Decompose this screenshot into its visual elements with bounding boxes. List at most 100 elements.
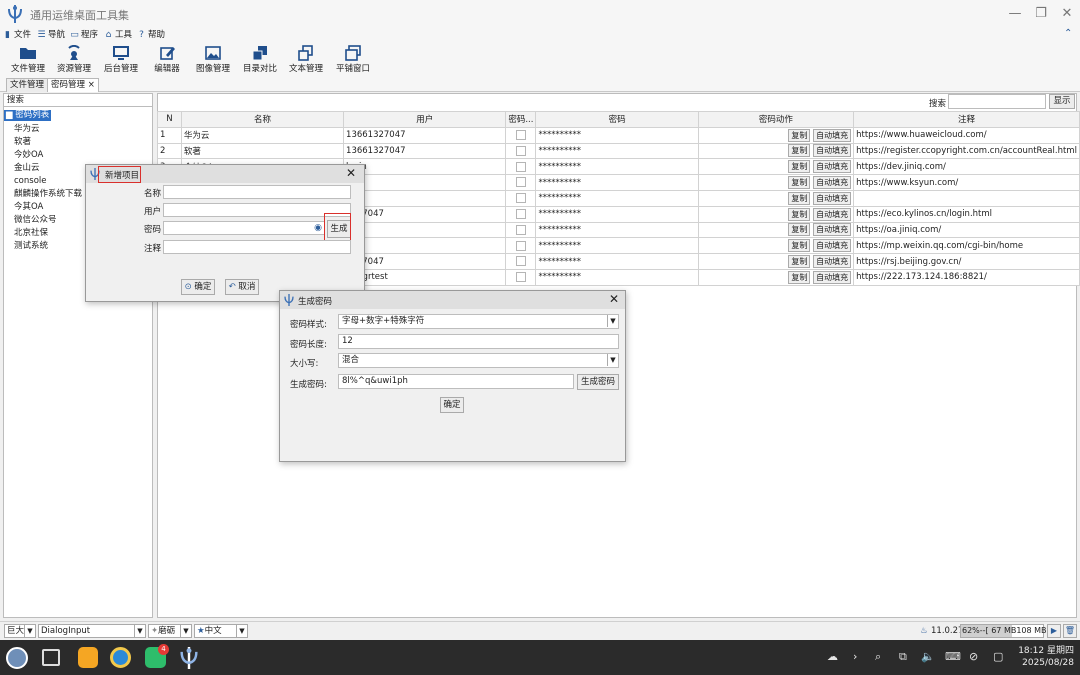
- cell-check[interactable]: [505, 189, 537, 207]
- device-icon[interactable]: ⧉: [899, 650, 907, 664]
- style-select[interactable]: 字母+数字+特殊字符 ▼: [338, 314, 619, 329]
- eye-icon[interactable]: ◉: [314, 222, 322, 234]
- chevron-right-icon[interactable]: ›: [853, 650, 857, 663]
- cell-user[interactable]: n: [343, 221, 507, 239]
- search-input[interactable]: [948, 94, 1046, 109]
- cell-action[interactable]: 复制 自动填充: [697, 189, 855, 207]
- cloud-icon[interactable]: ☁: [827, 650, 838, 663]
- tab-close-icon[interactable]: ×: [88, 80, 95, 90]
- cell-note[interactable]: https://www.huaweicloud.com/: [853, 126, 1080, 144]
- tree-item[interactable]: console: [14, 175, 46, 187]
- cell-user[interactable]: [343, 189, 507, 207]
- network-off-icon[interactable]: ⊘: [969, 650, 978, 663]
- cancel-button[interactable]: ↶ 取消: [225, 279, 259, 295]
- autofill-button[interactable]: 自动填充: [813, 270, 852, 284]
- autofill-button[interactable]: 自动填充: [813, 144, 852, 158]
- tree-root-password-list[interactable]: ▆ 密码列表: [4, 110, 52, 121]
- cell-action[interactable]: 复制 自动填充: [697, 221, 855, 239]
- copy-button[interactable]: 复制: [788, 160, 811, 174]
- cell-action[interactable]: 复制 自动填充: [697, 142, 855, 160]
- cell-name[interactable]: 软著: [180, 142, 345, 160]
- play-icon[interactable]: ▶: [1047, 624, 1061, 638]
- autofill-button[interactable]: 自动填充: [813, 239, 852, 253]
- language-select[interactable]: ★中文 ▼: [194, 624, 248, 638]
- cell-note[interactable]: https://222.173.124.186:8821/: [853, 268, 1080, 286]
- cell-password[interactable]: **********: [535, 158, 699, 176]
- minimize-button[interactable]: —: [1006, 5, 1024, 23]
- copy-button[interactable]: 复制: [788, 191, 811, 205]
- generate-ok-button[interactable]: 确定: [440, 397, 464, 413]
- generate-dialog-titlebar[interactable]: 生成密码 ✕: [280, 291, 625, 309]
- header-password[interactable]: 密码: [535, 111, 699, 128]
- tree-item[interactable]: 微信公众号: [14, 214, 57, 226]
- files-app-icon[interactable]: [78, 647, 98, 668]
- show-password-checkbox[interactable]: [515, 145, 526, 156]
- cell-password[interactable]: **********: [535, 126, 699, 144]
- font-size-select[interactable]: 巨大 ▼: [4, 624, 36, 638]
- tree-item[interactable]: 北京社保: [14, 227, 48, 239]
- cell-action[interactable]: 复制 自动填充: [697, 268, 855, 286]
- show-password-checkbox[interactable]: [515, 240, 526, 251]
- menu-help[interactable]: ? 帮助: [137, 29, 165, 42]
- cell-n[interactable]: 2: [157, 142, 182, 160]
- cell-note[interactable]: https://mp.weixin.qq.com/cgi-bin/home: [853, 237, 1080, 255]
- cell-check[interactable]: [505, 268, 537, 286]
- copy-button[interactable]: 复制: [788, 223, 811, 237]
- cell-check[interactable]: [505, 221, 537, 239]
- show-button[interactable]: 显示: [1049, 94, 1075, 109]
- tree-item[interactable]: 软著: [14, 136, 31, 148]
- clock-time[interactable]: 18:12 星期四: [1012, 643, 1074, 656]
- restore-button[interactable]: ❐: [1032, 5, 1050, 23]
- tab-file-manager[interactable]: 文件管理: [6, 78, 49, 92]
- table-row[interactable]: 1 华为云 13661327047 ********** 复制 自动填充 https://…: [157, 126, 1080, 144]
- cell-note[interactable]: https://www.ksyun.com/: [853, 174, 1080, 191]
- autofill-button[interactable]: 自动填充: [813, 255, 852, 269]
- cell-action[interactable]: 复制 自动填充: [697, 158, 855, 176]
- font-select[interactable]: DialogInput ▼: [38, 624, 146, 638]
- cell-password[interactable]: **********: [535, 237, 699, 255]
- cell-user[interactable]: [343, 237, 507, 255]
- note-field[interactable]: [163, 240, 351, 254]
- close-icon[interactable]: ✕: [346, 166, 356, 180]
- cell-check[interactable]: [505, 174, 537, 191]
- search-icon[interactable]: ⌕: [875, 650, 881, 664]
- autofill-button[interactable]: 自动填充: [813, 191, 852, 205]
- copy-button[interactable]: 复制: [788, 207, 811, 221]
- cell-check[interactable]: [505, 205, 537, 223]
- cell-action[interactable]: 复制 自动填充: [697, 237, 855, 255]
- show-password-checkbox[interactable]: [515, 256, 526, 267]
- header-n[interactable]: N: [157, 111, 182, 128]
- clock-date[interactable]: 2025/08/28: [1012, 658, 1074, 668]
- copy-button[interactable]: 复制: [788, 144, 811, 158]
- menu-file[interactable]: ▮ 文件: [3, 29, 31, 42]
- menu-program[interactable]: ▭ 程序: [70, 29, 98, 42]
- keyboard-icon[interactable]: ⌨: [945, 650, 961, 663]
- cell-note[interactable]: [853, 189, 1080, 207]
- cell-user[interactable]: 13661327047: [343, 142, 507, 160]
- table-row[interactable]: 2 软著 13661327047 ********** 复制 自动填充 https://r…: [157, 142, 1080, 160]
- close-icon[interactable]: ✕: [609, 292, 619, 306]
- menu-tools[interactable]: ⌂ 工具: [104, 29, 132, 42]
- copy-button[interactable]: 复制: [788, 176, 811, 190]
- generated-password-field[interactable]: 8l%^q&uwi1ph: [338, 374, 574, 389]
- autofill-button[interactable]: 自动填充: [813, 223, 852, 237]
- cell-password[interactable]: **********: [535, 205, 699, 223]
- autofill-button[interactable]: 自动填充: [813, 160, 852, 174]
- trash-icon[interactable]: 🗑: [1063, 624, 1077, 638]
- cell-note[interactable]: https://eco.kylinos.cn/login.html: [853, 205, 1080, 223]
- memory-bar[interactable]: 62%--[ 67 MB108 MB ]: [960, 624, 1052, 638]
- cell-password[interactable]: **********: [535, 221, 699, 239]
- tree-item[interactable]: 测试系统: [14, 240, 48, 252]
- case-select[interactable]: 混合 ▼: [338, 353, 619, 368]
- cell-action[interactable]: 复制 自动填充: [697, 205, 855, 223]
- cell-check[interactable]: [505, 126, 537, 144]
- cell-action[interactable]: 复制 自动填充: [697, 126, 855, 144]
- cell-note[interactable]: https://dev.jiniq.com/: [853, 158, 1080, 176]
- cell-user[interactable]: n/mgrtest: [343, 268, 507, 286]
- theme-select[interactable]: ✦磨砺 ▼: [148, 624, 192, 638]
- cell-name[interactable]: 华为云: [180, 126, 345, 144]
- browser-icon[interactable]: [110, 647, 131, 668]
- tree-item[interactable]: 今其OA: [14, 201, 43, 213]
- multitask-icon[interactable]: [42, 649, 60, 666]
- header-note[interactable]: 注释: [853, 111, 1080, 128]
